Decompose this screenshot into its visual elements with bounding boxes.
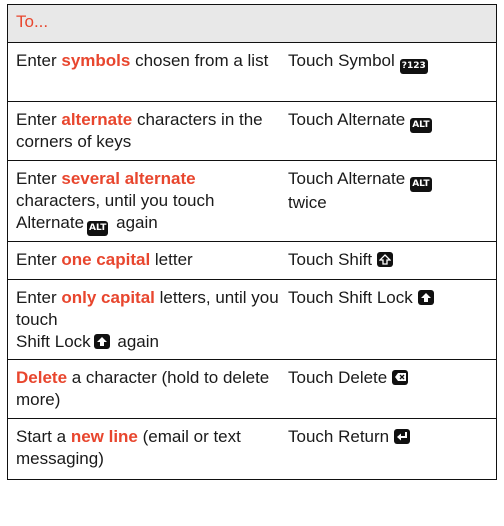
table-row: Enter symbols chosen from a list Touch S… [8,43,496,102]
task-highlight: new line [70,427,138,446]
task-text: again [112,332,159,351]
task-cell: Start a new line (email or text messagin… [8,419,280,479]
alt-key-icon: ALT [410,177,432,192]
task-highlight: one capital [61,250,151,269]
symbol-key-icon: ?123 [399,59,428,74]
task-cell: Enter alternate characters in the corner… [8,102,280,160]
task-highlight: several alternate [61,169,196,188]
action-text: Touch Return [288,427,390,446]
alt-key-icon: ALT [410,118,432,133]
task-text: letter [150,250,193,269]
task-text: Enter [16,51,62,70]
task-highlight: only capital [61,288,155,307]
task-text: characters, until you touch [16,191,215,210]
task-cell: Delete a character (hold to delete more) [8,360,280,418]
action-cell: Touch Symbol ?123 [280,43,496,101]
task-text: Enter [16,250,62,269]
task-cell: Enter one capital letter [8,242,280,279]
task-cell: Enter several alternate characters, unti… [8,161,280,241]
action-text: Touch Shift [288,250,373,269]
task-text: again [111,213,158,232]
action-cell: Touch Alternate ALT twice [280,161,496,241]
task-highlight: Delete [16,368,68,387]
action-cell: Touch Alternate ALT [280,102,496,160]
action-text: Touch Symbol [288,51,395,70]
task-text: Alternate [16,213,85,232]
table-row: Enter alternate characters in the corner… [8,102,496,161]
table-row: Delete a character (hold to delete more)… [8,360,496,419]
action-cell: Touch Delete [280,360,496,418]
alt-key-icon: ALT [87,221,109,236]
instruction-table: To... Enter symbols chosen from a list T… [7,4,497,480]
action-text: twice [288,193,327,212]
action-text: Touch Shift Lock [288,288,413,307]
task-text: Enter [16,288,62,307]
task-text: chosen from a list [130,51,269,70]
return-icon [394,429,411,444]
action-text: Touch Alternate [288,110,406,129]
task-text: Shift Lock [16,332,91,351]
task-text: Start a [16,427,71,446]
action-cell: Touch Return [280,419,496,479]
task-text: Enter [16,110,62,129]
action-text: Touch Delete [288,368,388,387]
table-row: Enter only capital letters, until you to… [8,280,496,360]
table-row: Start a new line (email or text messagin… [8,419,496,479]
table-row: Enter one capital letter Touch Shift [8,242,496,280]
shift-lock-icon [93,334,110,349]
table-row: Enter several alternate characters, unti… [8,161,496,242]
shift-icon [377,252,394,267]
delete-icon [392,370,409,385]
task-highlight: alternate [61,110,133,129]
task-highlight: symbols [61,51,131,70]
action-text: Touch Alternate [288,169,406,188]
action-cell: Touch Shift [280,242,496,279]
task-cell: Enter symbols chosen from a list [8,43,280,101]
action-cell: Touch Shift Lock [280,280,496,359]
task-cell: Enter only capital letters, until you to… [8,280,280,359]
task-text: Enter [16,169,62,188]
shift-lock-icon [417,290,434,305]
table-header: To... [8,5,496,43]
